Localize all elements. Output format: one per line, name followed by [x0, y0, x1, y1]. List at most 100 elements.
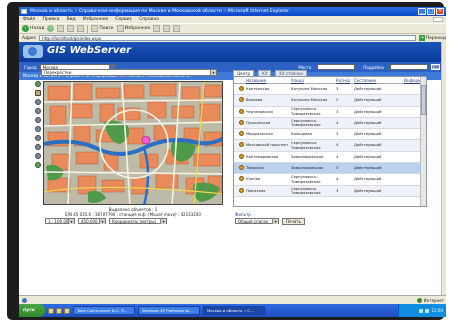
volume-tray-icon[interactable] — [425, 308, 430, 313]
page-loaded-icon — [22, 298, 27, 303]
scale-select[interactable]: 1 : 100 000 ▾ — [45, 218, 75, 224]
filter-select[interactable]: Общий список ▾ — [235, 218, 279, 224]
taskbar-item-browser[interactable]: Москва и область :: С... — [203, 306, 265, 315]
measure-tool-icon[interactable] — [34, 117, 41, 123]
menu-edit[interactable]: Правка — [42, 16, 59, 23]
table-row[interactable]: Южная Серпуховско-Тимирязевская 4 Действующ… — [234, 174, 426, 186]
window-titlebar[interactable]: Москва и область :: Справочная информаци… — [19, 7, 446, 16]
layers-tool-icon[interactable] — [34, 126, 41, 132]
maximize-button[interactable]: □ — [427, 8, 435, 15]
table-row[interactable]: Маршальская Кольцевая 3 Действующий — [234, 129, 426, 141]
menu-tools[interactable]: Сервис — [115, 16, 132, 23]
layer-select[interactable]: Перекрёстки ▾ — [41, 69, 217, 76]
print-icon[interactable] — [173, 25, 181, 32]
table-row[interactable]: Вилиева Катукина Монская 2 Действующий — [234, 95, 426, 107]
zoom-in-icon[interactable] — [34, 135, 41, 141]
zone-label: Интернет — [423, 298, 444, 303]
table-row[interactable]: Тверская Замоскворецкая 3 Действующий — [234, 163, 426, 175]
table-row[interactable]: Кантемская Катукина Монская 3 Действующий — [234, 84, 426, 96]
scrollbar-thumb[interactable] — [421, 85, 426, 115]
column-header-street[interactable]: Улица — [289, 77, 334, 83]
search-button[interactable]: Поиск — [91, 25, 114, 32]
pan-hand-icon[interactable] — [34, 90, 41, 96]
start-button[interactable]: пуск — [19, 304, 45, 317]
menu-favorites[interactable]: Избранное — [83, 16, 109, 23]
cell-count: 2 — [336, 98, 339, 103]
row-icon-cell — [234, 108, 244, 115]
cell-status: Действующий — [354, 166, 382, 171]
menu-help[interactable]: Справка — [139, 16, 159, 23]
table-row[interactable]: Пражская Серпуховско-Тимирязевская 3 Действ… — [234, 185, 426, 197]
chevron-down-icon: ▾ — [68, 219, 74, 224]
table-row[interactable]: Кантемировская Замоскворецкая 4 Действующий — [234, 151, 426, 164]
select-tool-icon[interactable] — [34, 108, 41, 114]
close-button[interactable]: × — [436, 8, 444, 15]
column-header-count[interactable]: Кол-во — [334, 77, 352, 83]
zoom-full-icon[interactable] — [34, 153, 41, 159]
go-button[interactable]: → Переход — [418, 35, 446, 41]
details-input[interactable] — [390, 64, 428, 70]
places-input[interactable] — [317, 64, 356, 70]
address-input[interactable]: http://localhost/gisindex.aspx — [39, 35, 416, 41]
refresh-icon[interactable] — [67, 25, 75, 32]
menu-file[interactable]: Файл — [23, 16, 35, 23]
page-scrollbar[interactable] — [441, 42, 446, 295]
history-icon[interactable] — [153, 25, 161, 32]
map-controls: 1 : 100 000 ▾ 400.000 ▾ Координаты (метр… — [45, 218, 167, 224]
table-row[interactable]: Чертановская Серпуховско-Тимирязевская 3 Де… — [234, 106, 426, 118]
print-button[interactable]: Печать — [282, 218, 305, 225]
menu-view[interactable]: Вид — [67, 16, 76, 23]
filter-label: Фильтр — [235, 212, 251, 217]
filter-area: Фильтр Общий список ▾ Печать — [235, 212, 305, 225]
window-title: Москва и область :: Справочная информаци… — [30, 9, 290, 14]
cell-count: 3 — [336, 109, 339, 114]
details-label: Подробно — [363, 64, 384, 70]
cell-count: 4 — [336, 154, 339, 159]
map-canvas[interactable] — [44, 82, 223, 205]
row-icon-cell — [234, 153, 244, 160]
table-row[interactable]: Московский проспект Серпуховско-Тимирязев… — [234, 140, 426, 152]
cell-street: Серпуховско-Тимирязевская — [291, 118, 321, 128]
mail-icon[interactable] — [163, 25, 171, 32]
quick-launch — [48, 307, 70, 314]
ie-quicklaunch-icon[interactable] — [48, 307, 54, 314]
zoom-out-icon[interactable] — [34, 144, 41, 150]
favorites-button[interactable]: Избранное — [116, 25, 150, 32]
cell-count: 4 — [336, 143, 339, 148]
find-button[interactable]: Найти — [431, 64, 444, 70]
cell-status: Действующий — [354, 143, 382, 148]
taskbar-item-total-commander[interactable]: Total Commander 6.0 - P... — [73, 306, 135, 315]
network-tray-icon[interactable] — [419, 308, 424, 313]
search-label: Поиск — [99, 26, 114, 31]
folder-quicklaunch-icon[interactable] — [64, 307, 70, 314]
column-header-status[interactable]: Состояние — [352, 77, 402, 83]
table-row[interactable]: Пушкинская Серпуховско-Тимирязевская 4 Дейс… — [234, 117, 426, 130]
stop-icon[interactable] — [57, 25, 65, 32]
info-tool-icon[interactable] — [34, 99, 41, 105]
table-scrollbar[interactable] — [420, 77, 426, 206]
taskbar-item-windows-xp[interactable]: Windows XP Professional... — [138, 306, 200, 315]
row-icon-cell — [234, 97, 244, 103]
coord-system-select[interactable]: Координаты (метры) ▾ — [109, 218, 167, 224]
forward-button[interactable]: › — [47, 25, 55, 32]
city-map[interactable] — [43, 81, 223, 205]
cell-street: Катукина Монская — [291, 87, 328, 91]
cell-count: 4 — [336, 120, 339, 125]
taskbar: пуск Total Commander 6.0 - P... Windows … — [19, 304, 446, 317]
cell-status: Действующий — [354, 109, 382, 114]
cell-street: Замоскворецкая — [291, 154, 324, 159]
cell-name: Кантемировская — [246, 154, 279, 159]
cell-status: Действующий — [354, 120, 382, 125]
gis-header: GIS WebServer — [19, 42, 446, 62]
refresh-map-icon[interactable] — [34, 162, 41, 168]
globe-tool-icon[interactable] — [34, 81, 41, 87]
zoom-select[interactable]: 400.000 ▾ — [78, 218, 106, 224]
minimize-button[interactable]: _ — [418, 8, 426, 15]
column-header-name[interactable]: Название — [244, 77, 289, 83]
selected-object-marker[interactable] — [141, 135, 151, 145]
desktop-quicklaunch-icon[interactable] — [56, 307, 62, 314]
home-icon[interactable] — [77, 25, 85, 32]
back-button[interactable]: ‹ Назад — [22, 25, 44, 32]
filter-select-value: Общий список — [238, 219, 269, 224]
cell-street: Серпуховско-Тимирязевская — [291, 186, 321, 195]
